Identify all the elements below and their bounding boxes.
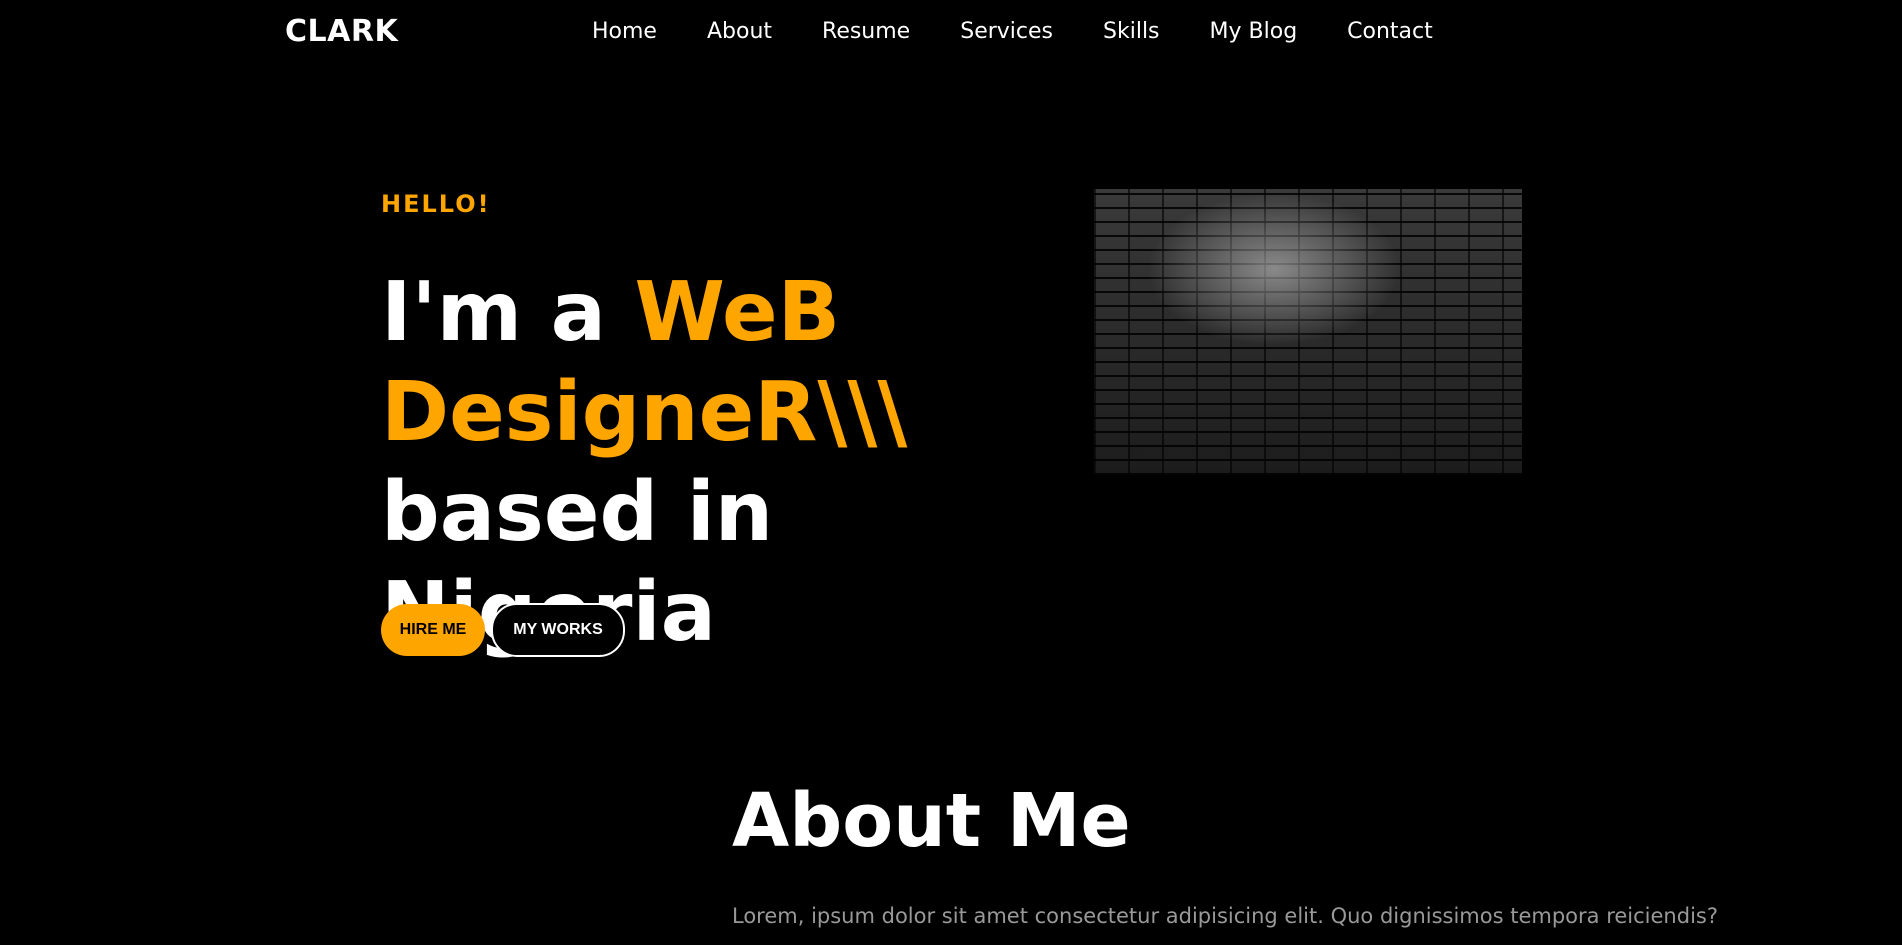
- hero-headline: I'm a WeB DesigneR\\\ based in Nigeria: [381, 263, 1101, 663]
- nav-resume[interactable]: Resume: [822, 19, 910, 44]
- nav-home[interactable]: Home: [592, 19, 657, 44]
- nav-contact[interactable]: Contact: [1347, 19, 1433, 44]
- nav-services[interactable]: Services: [960, 19, 1053, 44]
- hero-image: [1094, 189, 1522, 475]
- main-nav: Home About Resume Services Skills My Blo…: [592, 19, 1483, 44]
- hire-me-button[interactable]: HIRE ME: [381, 604, 485, 656]
- nav-blog[interactable]: My Blog: [1210, 19, 1298, 44]
- about-title: About Me: [732, 778, 1131, 864]
- about-text: Lorem, ipsum dolor sit amet consectetur …: [732, 904, 1718, 928]
- nav-skills[interactable]: Skills: [1103, 19, 1160, 44]
- headline-prefix: I'm a: [381, 265, 635, 360]
- nav-about[interactable]: About: [707, 19, 772, 44]
- my-works-button[interactable]: MY WORKS: [491, 603, 625, 657]
- hero-buttons: HIRE ME MY WORKS: [381, 603, 625, 657]
- site-logo[interactable]: CLARK: [285, 14, 398, 49]
- hero-greeting: HELLO!: [381, 190, 491, 218]
